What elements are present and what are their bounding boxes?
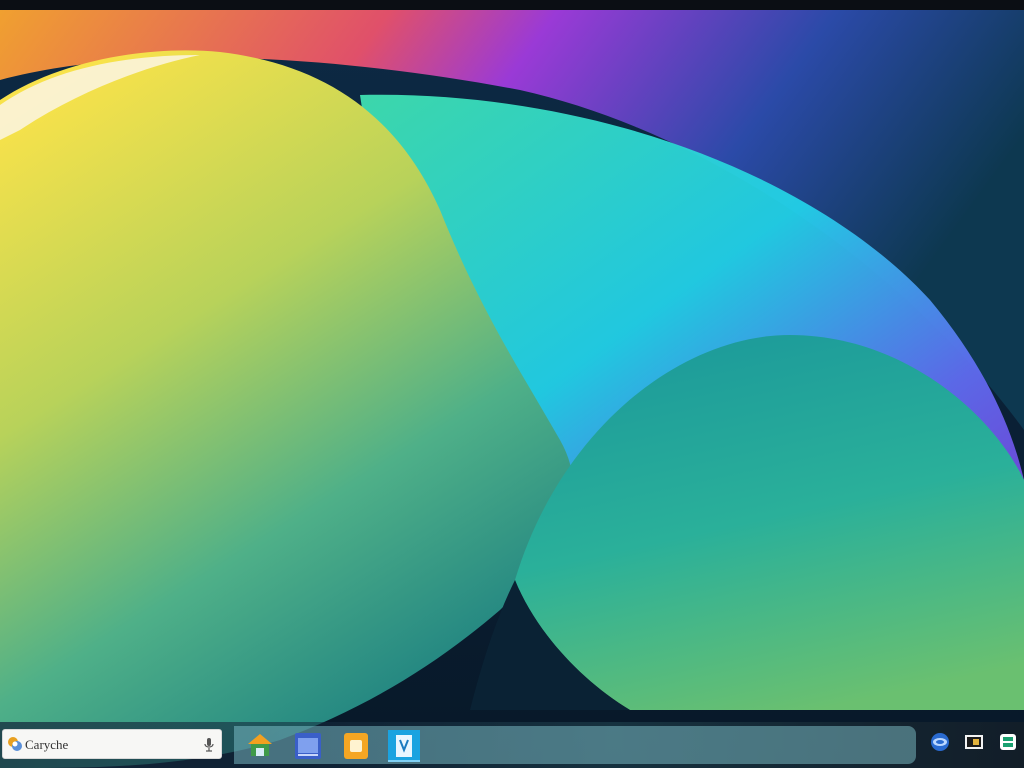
- top-bezel: [0, 0, 1024, 10]
- notes-app-icon[interactable]: [340, 730, 372, 762]
- desktop[interactable]: Caryche: [0, 10, 1024, 768]
- window-app-icon[interactable]: [292, 730, 324, 762]
- search-text: Caryche: [25, 737, 69, 752]
- media-app-icon[interactable]: [964, 732, 984, 752]
- wallpaper: [0, 10, 1024, 768]
- globe-icon[interactable]: [930, 732, 950, 752]
- window-switch-icon[interactable]: [998, 732, 1018, 752]
- search-box[interactable]: Caryche: [2, 729, 222, 759]
- app-logo-icon: [7, 736, 23, 752]
- document-app-icon[interactable]: [386, 728, 422, 764]
- home-folder-icon[interactable]: [244, 730, 276, 762]
- taskbar-app-strip: [234, 726, 916, 764]
- microphone-icon[interactable]: [203, 736, 215, 754]
- taskbar: Caryche: [0, 722, 1024, 768]
